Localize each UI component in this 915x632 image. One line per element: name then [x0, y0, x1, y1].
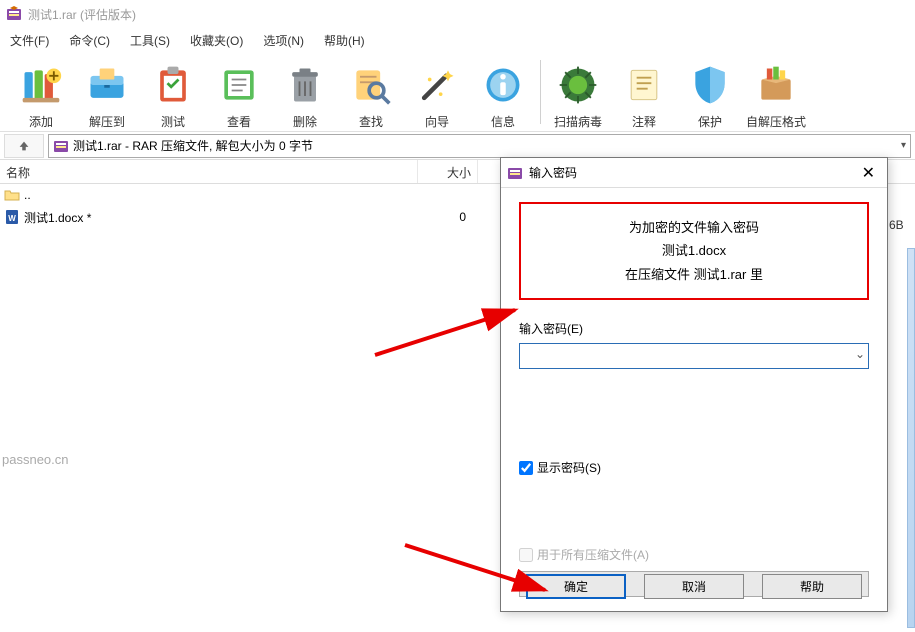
use-all-archives-checkbox: 用于所有压缩文件(A): [519, 546, 869, 563]
magic-wand-icon: [413, 61, 461, 109]
right-edge-strip: [907, 248, 915, 628]
password-label: 输入密码(E): [519, 320, 869, 337]
toolbar-virus-scan[interactable]: 扫描病毒: [545, 54, 611, 130]
toolbar-protect[interactable]: 保护: [677, 54, 743, 130]
search-icon: [347, 61, 395, 109]
menu-options[interactable]: 选项(N): [257, 30, 310, 51]
virus-icon: [554, 61, 602, 109]
clipboard-test-icon: [149, 61, 197, 109]
toolbar-test[interactable]: 测试: [140, 54, 206, 130]
folder-up-icon: [4, 187, 20, 203]
toolbar-separator: [540, 60, 541, 124]
window-title: 测试1.rar (评估版本): [28, 6, 136, 23]
toolbar-sfx[interactable]: 自解压格式: [743, 54, 809, 130]
path-combobox[interactable]: 测试1.rar - RAR 压缩文件, 解包大小为 0 字节 ▾: [48, 134, 911, 158]
help-button[interactable]: 帮助: [762, 574, 862, 599]
dialog-titlebar[interactable]: 输入密码 ✕: [501, 158, 887, 188]
note-icon: [620, 61, 668, 109]
drawer-extract-icon: [83, 61, 131, 109]
cut-off-text: 6B: [889, 218, 915, 238]
show-password-check[interactable]: [519, 461, 533, 475]
trash-icon: [281, 61, 329, 109]
menu-help[interactable]: 帮助(H): [318, 30, 371, 51]
ok-button[interactable]: 确定: [526, 574, 626, 599]
cancel-button[interactable]: 取消: [644, 574, 744, 599]
password-dialog: 输入密码 ✕ 为加密的文件输入密码 测试1.docx 在压缩文件 测试1.rar…: [500, 157, 888, 612]
path-text: 测试1.rar - RAR 压缩文件, 解包大小为 0 字节: [73, 137, 897, 154]
info-icon: [479, 61, 527, 109]
menu-favorites[interactable]: 收藏夹(O): [184, 30, 249, 51]
column-name[interactable]: 名称: [0, 160, 418, 183]
box-sfx-icon: [752, 61, 800, 109]
shield-icon: [686, 61, 734, 109]
dialog-title: 输入密码: [529, 164, 856, 181]
toolbar: 添加 解压到 测试 查看 删除 查找 向导: [0, 52, 915, 132]
password-input[interactable]: [519, 343, 869, 369]
book-view-icon: [215, 61, 263, 109]
toolbar-find[interactable]: 查找: [338, 54, 404, 130]
toolbar-view[interactable]: 查看: [206, 54, 272, 130]
toolbar-extract-to[interactable]: 解压到: [74, 54, 140, 130]
window-titlebar: 测试1.rar (评估版本): [0, 0, 915, 28]
toolbar-info[interactable]: 信息: [470, 54, 536, 130]
column-size[interactable]: 大小: [418, 160, 478, 183]
menu-file[interactable]: 文件(F): [4, 30, 55, 51]
prompt-line-2: 测试1.docx: [529, 239, 859, 262]
toolbar-add[interactable]: 添加: [8, 54, 74, 130]
books-add-icon: [17, 61, 65, 109]
show-password-checkbox[interactable]: 显示密码(S): [519, 459, 869, 476]
docx-file-icon: W: [4, 209, 20, 225]
toolbar-comment[interactable]: 注释: [611, 54, 677, 130]
go-up-button[interactable]: [4, 134, 44, 158]
archive-icon: [53, 138, 69, 154]
toolbar-delete[interactable]: 删除: [272, 54, 338, 130]
password-prompt-box: 为加密的文件输入密码 测试1.docx 在压缩文件 测试1.rar 里: [519, 202, 869, 300]
menu-command[interactable]: 命令(C): [63, 30, 116, 51]
menubar: 文件(F) 命令(C) 工具(S) 收藏夹(O) 选项(N) 帮助(H): [0, 28, 915, 52]
pathbar: 测试1.rar - RAR 压缩文件, 解包大小为 0 字节 ▾: [0, 132, 915, 160]
dialog-close-button[interactable]: ✕: [856, 163, 881, 183]
toolbar-wizard[interactable]: 向导: [404, 54, 470, 130]
menu-tools[interactable]: 工具(S): [124, 30, 176, 51]
watermark-text: passneo.cn: [2, 452, 69, 467]
chevron-down-icon: ▾: [901, 140, 906, 151]
up-arrow-icon: [17, 139, 31, 153]
svg-text:W: W: [8, 214, 16, 223]
app-icon: [6, 6, 22, 22]
password-dropdown-icon[interactable]: ⌄: [855, 347, 865, 361]
use-all-check: [519, 548, 533, 562]
archive-icon: [507, 165, 523, 181]
prompt-line-3: 在压缩文件 测试1.rar 里: [529, 263, 859, 286]
prompt-line-1: 为加密的文件输入密码: [529, 216, 859, 239]
